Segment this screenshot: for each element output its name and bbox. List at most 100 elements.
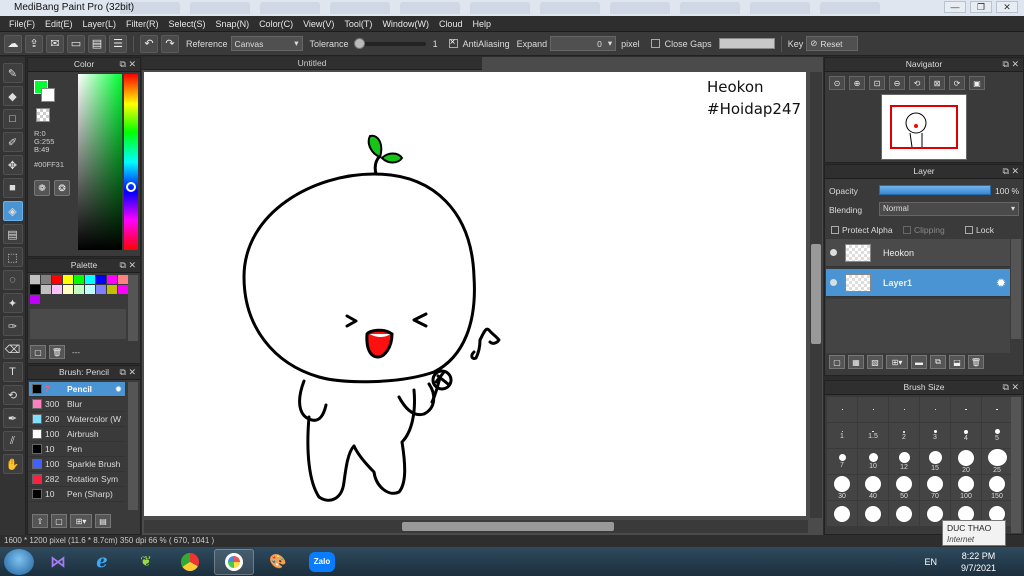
antialiasing-checkbox[interactable] (448, 37, 458, 48)
select-tool[interactable]: ⬚ (2, 247, 23, 267)
palette-swatch[interactable] (52, 275, 62, 284)
bird-app-icon[interactable]: ❦ (126, 549, 166, 575)
hue-slider-knob[interactable] (126, 182, 136, 192)
brush-size-cell[interactable]: 100 (951, 475, 981, 500)
canvas-horizontal-scrollbar[interactable] (144, 520, 808, 533)
chrome-icon[interactable] (170, 549, 210, 575)
expand-input[interactable]: 0 ▾ (550, 36, 617, 51)
internet-explorer-icon[interactable]: ℯ (82, 549, 122, 575)
move-tool[interactable]: ✥ (2, 155, 23, 175)
magic-wand-tool[interactable]: ✦ (2, 293, 23, 313)
new-brush-icon[interactable]: ▢ (51, 514, 67, 528)
palette-swatch[interactable] (41, 285, 51, 294)
document-tab[interactable]: Untitled (142, 57, 482, 70)
palette-scrollbar[interactable] (128, 275, 138, 341)
brush-size-cell[interactable] (889, 501, 919, 526)
lock-checkbox[interactable] (965, 226, 973, 234)
brush-size-cell[interactable]: 50 (889, 475, 919, 500)
new-halftone-layer-icon[interactable]: ▦ (848, 355, 864, 369)
brush-tool[interactable]: ✎ (2, 63, 23, 83)
brush-size-cell[interactable]: 5 (982, 423, 1012, 448)
new-palette-icon[interactable]: ▢ (30, 345, 46, 359)
brush-item[interactable]: 100 Airbrush (29, 427, 125, 442)
merge-down-icon[interactable]: ⬓ (949, 355, 965, 369)
folder-icon[interactable]: ▬ (911, 355, 927, 369)
close-gaps-checkbox[interactable] (650, 39, 660, 48)
palette-swatch[interactable] (30, 295, 40, 304)
palette-swatch[interactable] (96, 275, 106, 284)
brush-item[interactable]: 100 Sparkle Brush (29, 457, 125, 472)
navigator-viewport-rect[interactable] (890, 105, 958, 149)
trash-icon[interactable]: 🗑 (968, 355, 984, 369)
menu-window[interactable]: Window(W) (377, 19, 434, 29)
new-layer-icon[interactable]: ▢ (829, 355, 845, 369)
brush-item[interactable]: 7 Pencil ✹ (29, 382, 125, 397)
new-8bit-layer-icon[interactable]: ▧ (867, 355, 883, 369)
gear-icon[interactable]: ✹ (115, 384, 122, 395)
menu-file[interactable]: File(F) (4, 19, 40, 29)
layout-icon[interactable]: ▭ (67, 34, 85, 53)
navigator-preview[interactable] (881, 94, 967, 160)
brush-item[interactable]: 200 Watercolor (W (29, 412, 125, 427)
slider-knob[interactable] (353, 37, 365, 49)
document-icon[interactable]: ▤ (88, 34, 106, 53)
brush-size-cell[interactable] (858, 397, 888, 422)
brush-size-cell[interactable] (889, 397, 919, 422)
brush-size-cell[interactable]: 25 (982, 449, 1012, 474)
palette-swatch[interactable] (41, 275, 51, 284)
brush-item[interactable]: 300 Blur (29, 397, 125, 412)
visual-studio-icon[interactable]: ⋈ (38, 549, 78, 575)
palette-swatch[interactable] (74, 275, 84, 284)
brush-item[interactable]: 10 Pen (Sharp) (29, 487, 125, 502)
palette-swatch[interactable] (96, 285, 106, 294)
lock-option[interactable]: Lock (965, 225, 994, 235)
undo-icon[interactable]: ↶ (140, 34, 158, 53)
brush-size-cell[interactable]: 70 (920, 475, 950, 500)
brush-size-cell[interactable]: 2 (889, 423, 919, 448)
divide-tool[interactable]: ⫽ (2, 431, 23, 451)
palette-swatch[interactable] (118, 275, 128, 284)
language-indicator[interactable]: EN (924, 557, 937, 567)
rotate-right-icon[interactable]: ⟳ (949, 76, 965, 90)
blending-select[interactable]: Normal ▾ (879, 202, 1019, 216)
cloud-brush-icon[interactable]: ⇧ (32, 514, 48, 528)
brush-size-scrollbar[interactable] (1011, 397, 1021, 533)
palette-swatch[interactable] (107, 275, 117, 284)
brush-size-cell[interactable]: 4 (951, 423, 981, 448)
medibang-icon[interactable] (214, 548, 254, 575)
redo-icon[interactable]: ↷ (161, 34, 179, 53)
close-gaps-slider[interactable] (718, 38, 775, 49)
palette-swatch[interactable] (63, 285, 73, 294)
brush-size-cell[interactable] (858, 501, 888, 526)
eyedropper-tool[interactable]: ✒ (2, 408, 23, 428)
palette-swatch[interactable] (107, 285, 117, 294)
brush-size-cell[interactable]: 1 (827, 423, 857, 448)
panel-close-icon[interactable]: ⧉ ✕ (120, 58, 136, 71)
transparent-color-swatch[interactable] (36, 108, 50, 122)
panel-close-icon[interactable]: ⧉ ✕ (1003, 381, 1019, 394)
brush-size-cell[interactable]: 1.5 (858, 423, 888, 448)
layer-scrollbar[interactable] (1011, 239, 1021, 339)
brush-item[interactable]: 282 Rotation Sym (29, 472, 125, 487)
hand-tool[interactable]: ✋ (2, 454, 23, 474)
checklist-icon[interactable]: ☰ (109, 34, 127, 53)
tolerance-slider[interactable] (353, 37, 426, 49)
add-layer-menu-icon[interactable]: ⊞▾ (886, 355, 908, 369)
palette-swatch[interactable] (85, 275, 95, 284)
scroll-thumb[interactable] (811, 244, 821, 344)
palette-swatch[interactable] (85, 285, 95, 294)
brush-item[interactable]: 10 Pen (29, 442, 125, 457)
menu-select[interactable]: Select(S) (164, 19, 211, 29)
select-pen-tool[interactable]: ✑ (2, 316, 23, 336)
panel-close-icon[interactable]: ⧉ ✕ (120, 366, 136, 379)
start-button[interactable] (4, 548, 34, 575)
drawing-canvas[interactable]: Heokon #Hoidap247 (144, 72, 806, 516)
operation-tool[interactable]: ⟲ (2, 385, 23, 405)
palette-swatch[interactable] (52, 285, 62, 294)
duplicate-layer-icon[interactable]: ⧉ (930, 355, 946, 369)
scroll-thumb[interactable] (402, 522, 614, 531)
zalo-icon[interactable]: Zalo (302, 549, 342, 575)
protect-alpha-option[interactable]: Protect Alpha (831, 225, 893, 235)
paint-icon[interactable]: 🎨 (258, 549, 298, 575)
zoom-actual-icon[interactable]: ⊡ (869, 76, 885, 90)
